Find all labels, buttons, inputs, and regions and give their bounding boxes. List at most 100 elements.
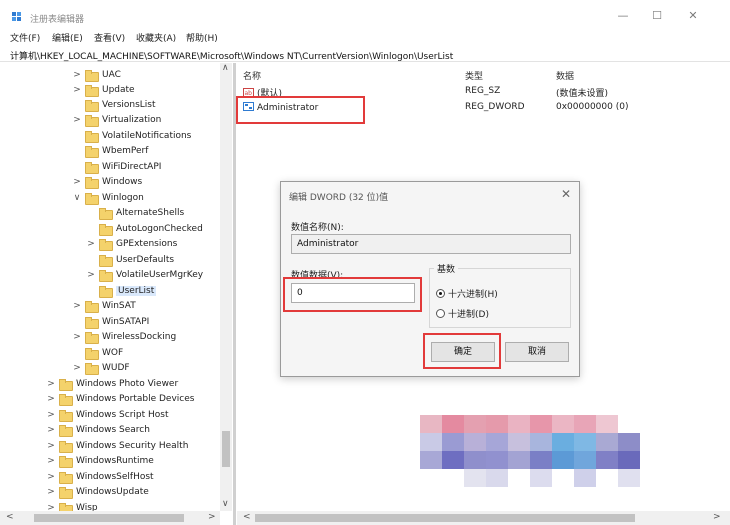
close-button[interactable]: ✕ [682, 8, 704, 24]
collapse-chevron-icon[interactable]: ∨ [72, 193, 82, 203]
tree-item[interactable]: > WUDF [72, 360, 130, 375]
scroll-thumb[interactable] [222, 431, 230, 467]
tree-item[interactable]: VolatileNotifications [72, 128, 191, 143]
tree-item[interactable]: > Windows [72, 174, 142, 189]
tree-item[interactable]: WbemPerf [72, 143, 148, 158]
scroll-thumb[interactable] [255, 514, 635, 522]
tree-vertical-scrollbar[interactable]: ∧ ∨ [220, 63, 232, 511]
scroll-down-arrow-icon[interactable]: ∨ [222, 499, 229, 509]
tree-item[interactable]: WOF [72, 345, 123, 360]
scroll-right-arrow-icon[interactable]: > [713, 512, 721, 522]
tree-item-label: UserDefaults [116, 254, 175, 265]
menu-favorites[interactable]: 收藏夹(A) [136, 31, 176, 44]
menu-edit[interactable]: 编辑(E) [52, 31, 83, 44]
tree-item[interactable]: > WinSAT [72, 298, 136, 313]
tree-item-label: Windows [102, 176, 143, 187]
folder-icon [85, 84, 99, 97]
tree-item[interactable]: > WindowsRuntime [46, 453, 154, 468]
list-horizontal-scrollbar[interactable]: < > [237, 511, 730, 525]
tree-item-label: GPExtensions [116, 238, 178, 249]
expand-chevron-icon[interactable]: > [46, 394, 56, 404]
expand-chevron-icon[interactable]: > [86, 270, 96, 280]
folder-icon [59, 393, 73, 406]
tree-item[interactable]: > Windows Photo Viewer [46, 376, 178, 391]
folder-icon [99, 207, 113, 220]
tree-item[interactable]: > Windows Script Host [46, 407, 169, 422]
value-name-label: 数值名称(N): [291, 223, 344, 233]
column-header-type[interactable]: 类型 [465, 69, 483, 82]
tree-item-userlist-selected[interactable]: UserList [86, 283, 157, 298]
radio-hexadecimal[interactable]: 十六进制(H) [436, 287, 498, 300]
expand-chevron-icon[interactable]: > [46, 379, 56, 389]
expand-chevron-icon[interactable]: > [72, 363, 82, 373]
expand-chevron-icon[interactable]: > [72, 85, 82, 95]
address-path[interactable]: 计算机\HKEY_LOCAL_MACHINE\SOFTWARE\Microsof… [10, 49, 453, 62]
tree-item[interactable]: > Wisp [46, 500, 98, 511]
expand-chevron-icon[interactable]: > [46, 503, 56, 512]
tree-horizontal-scrollbar[interactable]: < > [0, 511, 220, 525]
tree-item[interactable]: > GPExtensions [86, 236, 177, 251]
menu-file[interactable]: 文件(F) [10, 31, 40, 44]
column-header-name[interactable]: 名称 [243, 69, 261, 82]
expand-chevron-icon[interactable]: > [46, 487, 56, 497]
expand-chevron-icon[interactable]: > [46, 456, 56, 466]
expand-chevron-icon[interactable]: > [72, 70, 82, 80]
folder-icon [85, 300, 99, 313]
tree-item[interactable]: > WirelessDocking [72, 329, 176, 344]
tree-item[interactable]: > Windows Portable Devices [46, 391, 194, 406]
tree-item[interactable]: > VolatileUserMgrKey [86, 267, 203, 282]
tree-item[interactable]: > Update [72, 82, 135, 97]
column-header-data[interactable]: 数据 [556, 69, 574, 82]
tree-item[interactable]: > Virtualization [72, 112, 161, 127]
value-name-field[interactable] [291, 234, 571, 254]
tree-item[interactable]: WinSATAPI [72, 314, 149, 329]
menu-view[interactable]: 查看(V) [94, 31, 125, 44]
expand-chevron-icon[interactable]: > [86, 239, 96, 249]
expand-chevron-icon[interactable]: > [72, 115, 82, 125]
address-bar[interactable]: 计算机\HKEY_LOCAL_MACHINE\SOFTWARE\Microsof… [0, 46, 730, 62]
tree-item[interactable]: > WindowsUpdate [46, 484, 149, 499]
tree-item[interactable]: VersionsList [72, 97, 156, 112]
expand-chevron-icon[interactable]: > [46, 425, 56, 435]
maximize-button[interactable]: ☐ [646, 8, 668, 24]
scroll-up-arrow-icon[interactable]: ∧ [222, 63, 229, 73]
value-data: 0x00000000 (0) [556, 102, 629, 112]
tree-item[interactable]: > UAC [72, 67, 121, 82]
tree-item[interactable]: > WindowsSelfHost [46, 469, 154, 484]
tree-item-label: Wisp [76, 502, 98, 512]
expand-chevron-icon[interactable]: > [72, 332, 82, 342]
expand-chevron-icon[interactable]: > [72, 301, 82, 311]
pane-splitter[interactable] [233, 63, 236, 525]
folder-icon [99, 285, 113, 298]
scroll-thumb[interactable] [34, 514, 184, 522]
radio-decimal[interactable]: 十进制(D) [436, 307, 489, 320]
tree-item-label: WinSATAPI [102, 316, 150, 327]
menu-help[interactable]: 帮助(H) [186, 31, 218, 44]
tree-item[interactable]: > Windows Search [46, 422, 150, 437]
radio-button-checked[interactable] [436, 289, 445, 298]
folder-icon [59, 502, 73, 511]
minimize-button[interactable]: — [612, 8, 634, 24]
tree-item[interactable]: AutoLogonChecked [86, 221, 203, 236]
expand-chevron-icon[interactable]: > [46, 472, 56, 482]
cancel-button[interactable]: 取消 [505, 342, 569, 362]
value-type: REG_DWORD [465, 102, 525, 112]
folder-icon [59, 455, 73, 468]
tree-item[interactable]: AlternateShells [86, 205, 184, 220]
expand-chevron-icon[interactable]: > [46, 441, 56, 451]
tree-item[interactable]: > Windows Security Health [46, 438, 188, 453]
scroll-right-arrow-icon[interactable]: > [208, 512, 216, 522]
tree-item-label: WirelessDocking [102, 331, 177, 342]
tree-item[interactable]: UserDefaults [86, 252, 174, 267]
expand-chevron-icon[interactable]: > [72, 177, 82, 187]
dialog-close-icon[interactable]: ✕ [561, 187, 571, 201]
radio-button[interactable] [436, 309, 445, 318]
tree-item-label: WUDF [102, 362, 130, 373]
tree-item-winlogon[interactable]: ∨ Winlogon [72, 190, 144, 205]
tree-item[interactable]: WiFiDirectAPI [72, 159, 161, 174]
scroll-left-arrow-icon[interactable]: < [6, 512, 14, 522]
folder-icon [85, 316, 99, 329]
folder-icon [59, 378, 73, 391]
expand-chevron-icon[interactable]: > [46, 410, 56, 420]
scroll-left-arrow-icon[interactable]: < [243, 512, 251, 522]
